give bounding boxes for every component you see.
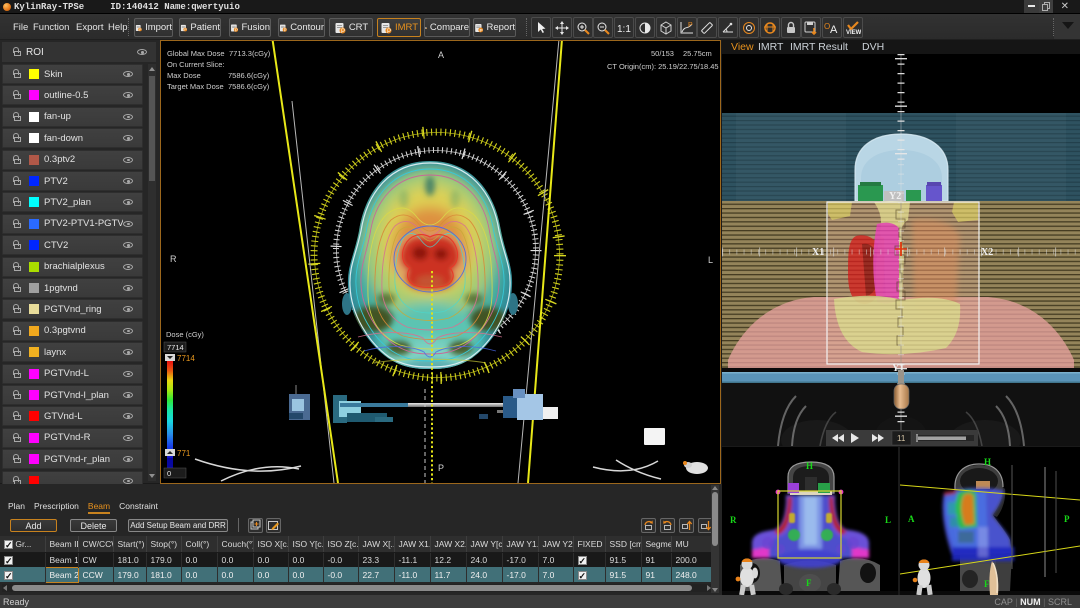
svg-text:P: P	[1064, 514, 1070, 524]
svg-text:P: P	[235, 27, 238, 32]
svg-text:P: P	[284, 27, 287, 32]
svg-text:Y2: Y2	[889, 191, 901, 202]
svg-text:P: P	[387, 28, 391, 33]
svg-text:P: P	[480, 27, 483, 33]
svg-text:7713.3(cGy): 7713.3(cGy)	[229, 49, 271, 58]
svg-text:H: H	[806, 461, 813, 471]
svg-text:7714: 7714	[177, 354, 195, 363]
svg-text:A: A	[438, 50, 444, 60]
svg-text:11: 11	[897, 434, 906, 443]
svg-text:1:1: 1:1	[617, 24, 631, 34]
svg-text:A: A	[908, 514, 915, 524]
svg-text:A: A	[830, 24, 838, 34]
svg-text:7714: 7714	[167, 343, 184, 352]
svg-text:Max Dose: Max Dose	[167, 71, 201, 80]
svg-text:L: L	[885, 515, 891, 525]
svg-text:F: F	[984, 579, 990, 589]
svg-text:X1: X1	[812, 247, 824, 258]
svg-text:P: P	[438, 463, 444, 473]
svg-text:CT Origin(cm): 25.19/22.75/18.: CT Origin(cm): 25.19/22.75/18.45	[607, 62, 719, 71]
svg-text:F: F	[806, 578, 812, 588]
svg-text:Target Max Dose: Target Max Dose	[167, 82, 224, 91]
svg-text:50/153: 50/153	[651, 49, 674, 58]
svg-text:H: H	[984, 457, 991, 467]
svg-text:R: R	[170, 254, 177, 264]
svg-text:7586.6(cGy): 7586.6(cGy)	[228, 82, 270, 91]
svg-text:L: L	[708, 255, 713, 265]
svg-text:Dose (cGy): Dose (cGy)	[166, 330, 204, 339]
svg-text:Global Max Dose: Global Max Dose	[167, 49, 225, 58]
svg-text:P: P	[688, 22, 693, 29]
svg-text:X2: X2	[981, 247, 993, 258]
svg-text:771: 771	[177, 449, 191, 458]
svg-text:VIEW: VIEW	[846, 30, 861, 35]
svg-text:7586.6(cGy): 7586.6(cGy)	[228, 71, 270, 80]
svg-text:P: P	[341, 28, 345, 33]
svg-text:25.75cm: 25.75cm	[683, 49, 712, 58]
svg-text:R: R	[730, 515, 737, 525]
svg-text:0: 0	[167, 469, 171, 478]
svg-text:On Current Slice:: On Current Slice:	[167, 60, 225, 69]
